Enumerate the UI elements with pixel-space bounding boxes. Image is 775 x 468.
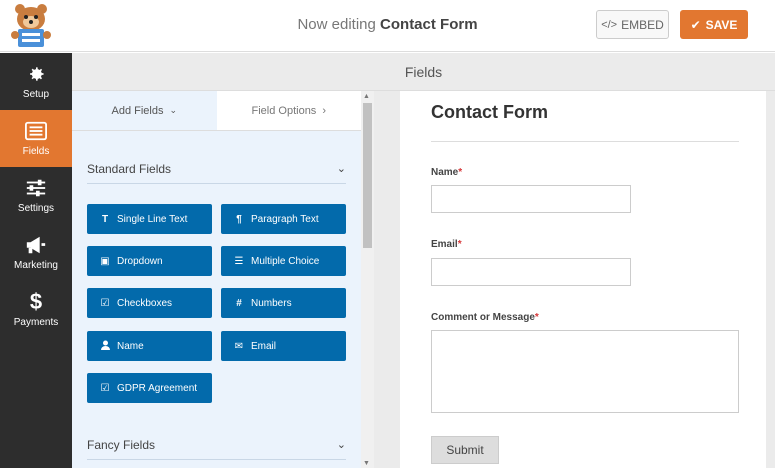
sidebar-item-label: Payments — [13, 316, 59, 328]
user-icon — [99, 340, 111, 353]
form-divider — [431, 141, 739, 142]
scroll-thumb[interactable] — [363, 103, 372, 248]
form-preview: Contact Form Name* Email* Comment or Mes… — [400, 91, 766, 468]
field-button-dropdown[interactable]: ▣ Dropdown — [87, 246, 212, 276]
comment-field-label: Comment or Message* — [431, 312, 539, 323]
field-button-email[interactable]: ✉ Email — [221, 331, 346, 361]
scroll-up-arrow-icon[interactable]: ▲ — [363, 93, 370, 100]
field-button-checkboxes[interactable]: ☑ Checkboxes — [87, 288, 212, 318]
checkmark-icon: ✔ — [690, 17, 701, 32]
sidebar-item-marketing[interactable]: Marketing — [0, 224, 72, 281]
sidebar: Setup Fields Settings Marketing $ Paymen… — [0, 53, 72, 468]
sidebar-item-label: Marketing — [14, 259, 58, 271]
dropdown-icon: ▣ — [100, 255, 110, 267]
list-icon — [25, 121, 47, 140]
panel-tabs: Add Fields ⌄ Field Options › — [72, 91, 361, 131]
sidebar-item-fields[interactable]: Fields — [0, 110, 72, 167]
field-button-name[interactable]: Name — [87, 331, 212, 361]
email-field-label: Email* — [431, 239, 462, 250]
text-icon: T — [101, 213, 109, 225]
envelope-icon: ✉ — [234, 340, 244, 352]
field-button-gdpr-agreement[interactable]: ☑ GDPR Agreement — [87, 373, 212, 403]
save-button[interactable]: ✔ SAVE — [680, 10, 748, 39]
chevron-down-icon: ⌄ — [169, 105, 178, 115]
chevron-down-icon: ⌄ — [336, 439, 346, 451]
field-button-multiple-choice[interactable]: ☰ Multiple Choice — [221, 246, 346, 276]
title-prefix: Now editing — [297, 16, 376, 33]
standard-fields-toggle[interactable]: Standard Fields ⌄ — [87, 154, 346, 184]
form-title: Contact Form — [431, 102, 548, 122]
name-input[interactable] — [431, 185, 631, 213]
tab-add-fields[interactable]: Add Fields ⌄ — [72, 91, 217, 130]
submit-button[interactable]: Submit — [431, 436, 499, 464]
list-icon: ☰ — [234, 255, 244, 267]
field-button-paragraph-text[interactable]: ¶ Paragraph Text — [221, 204, 346, 234]
comment-textarea[interactable] — [431, 330, 739, 413]
dollar-icon: $ — [29, 288, 43, 314]
sidebar-item-label: Fields — [22, 145, 50, 157]
form-name: Contact Form — [380, 16, 478, 33]
paragraph-icon: ¶ — [236, 213, 242, 225]
fancy-fields-toggle[interactable]: Fancy Fields ⌄ — [87, 430, 346, 460]
sidebar-item-setup[interactable]: Setup — [0, 53, 72, 110]
sidebar-item-label: Settings — [17, 202, 55, 214]
code-icon: </> — [601, 18, 618, 31]
save-label: SAVE — [705, 17, 738, 32]
field-button-numbers[interactable]: # Numbers — [221, 288, 346, 318]
embed-button[interactable]: </> EMBED — [596, 10, 669, 39]
top-bar: Now editing Contact Form </> EMBED ✔ SAV… — [0, 0, 775, 52]
field-panel: Add Fields ⌄ Field Options › Standard Fi… — [72, 91, 361, 468]
embed-label: EMBED — [621, 17, 664, 32]
hash-icon: # — [236, 297, 242, 309]
name-field-label: Name* — [431, 167, 463, 178]
gear-icon — [30, 66, 44, 81]
chevron-right-icon: › — [322, 104, 326, 117]
sidebar-item-settings[interactable]: Settings — [0, 167, 72, 224]
panel-header: Fields — [72, 53, 775, 91]
checkbox-icon: ☑ — [100, 297, 110, 309]
checkbox-icon: ☑ — [100, 382, 110, 394]
field-button-single-line-text[interactable]: T Single Line Text — [87, 204, 212, 234]
megaphone-icon — [26, 236, 46, 253]
email-input[interactable] — [431, 258, 631, 286]
tab-field-options[interactable]: Field Options › — [216, 91, 361, 130]
sidebar-item-payments[interactable]: $ Payments — [0, 281, 72, 338]
scroll-down-arrow-icon[interactable]: ▼ — [363, 460, 370, 467]
sliders-icon — [26, 179, 46, 196]
sidebar-item-label: Setup — [22, 88, 50, 100]
chevron-down-icon: ⌄ — [336, 163, 346, 175]
field-panel-scrollbar[interactable]: ▲ ▼ — [361, 91, 374, 468]
